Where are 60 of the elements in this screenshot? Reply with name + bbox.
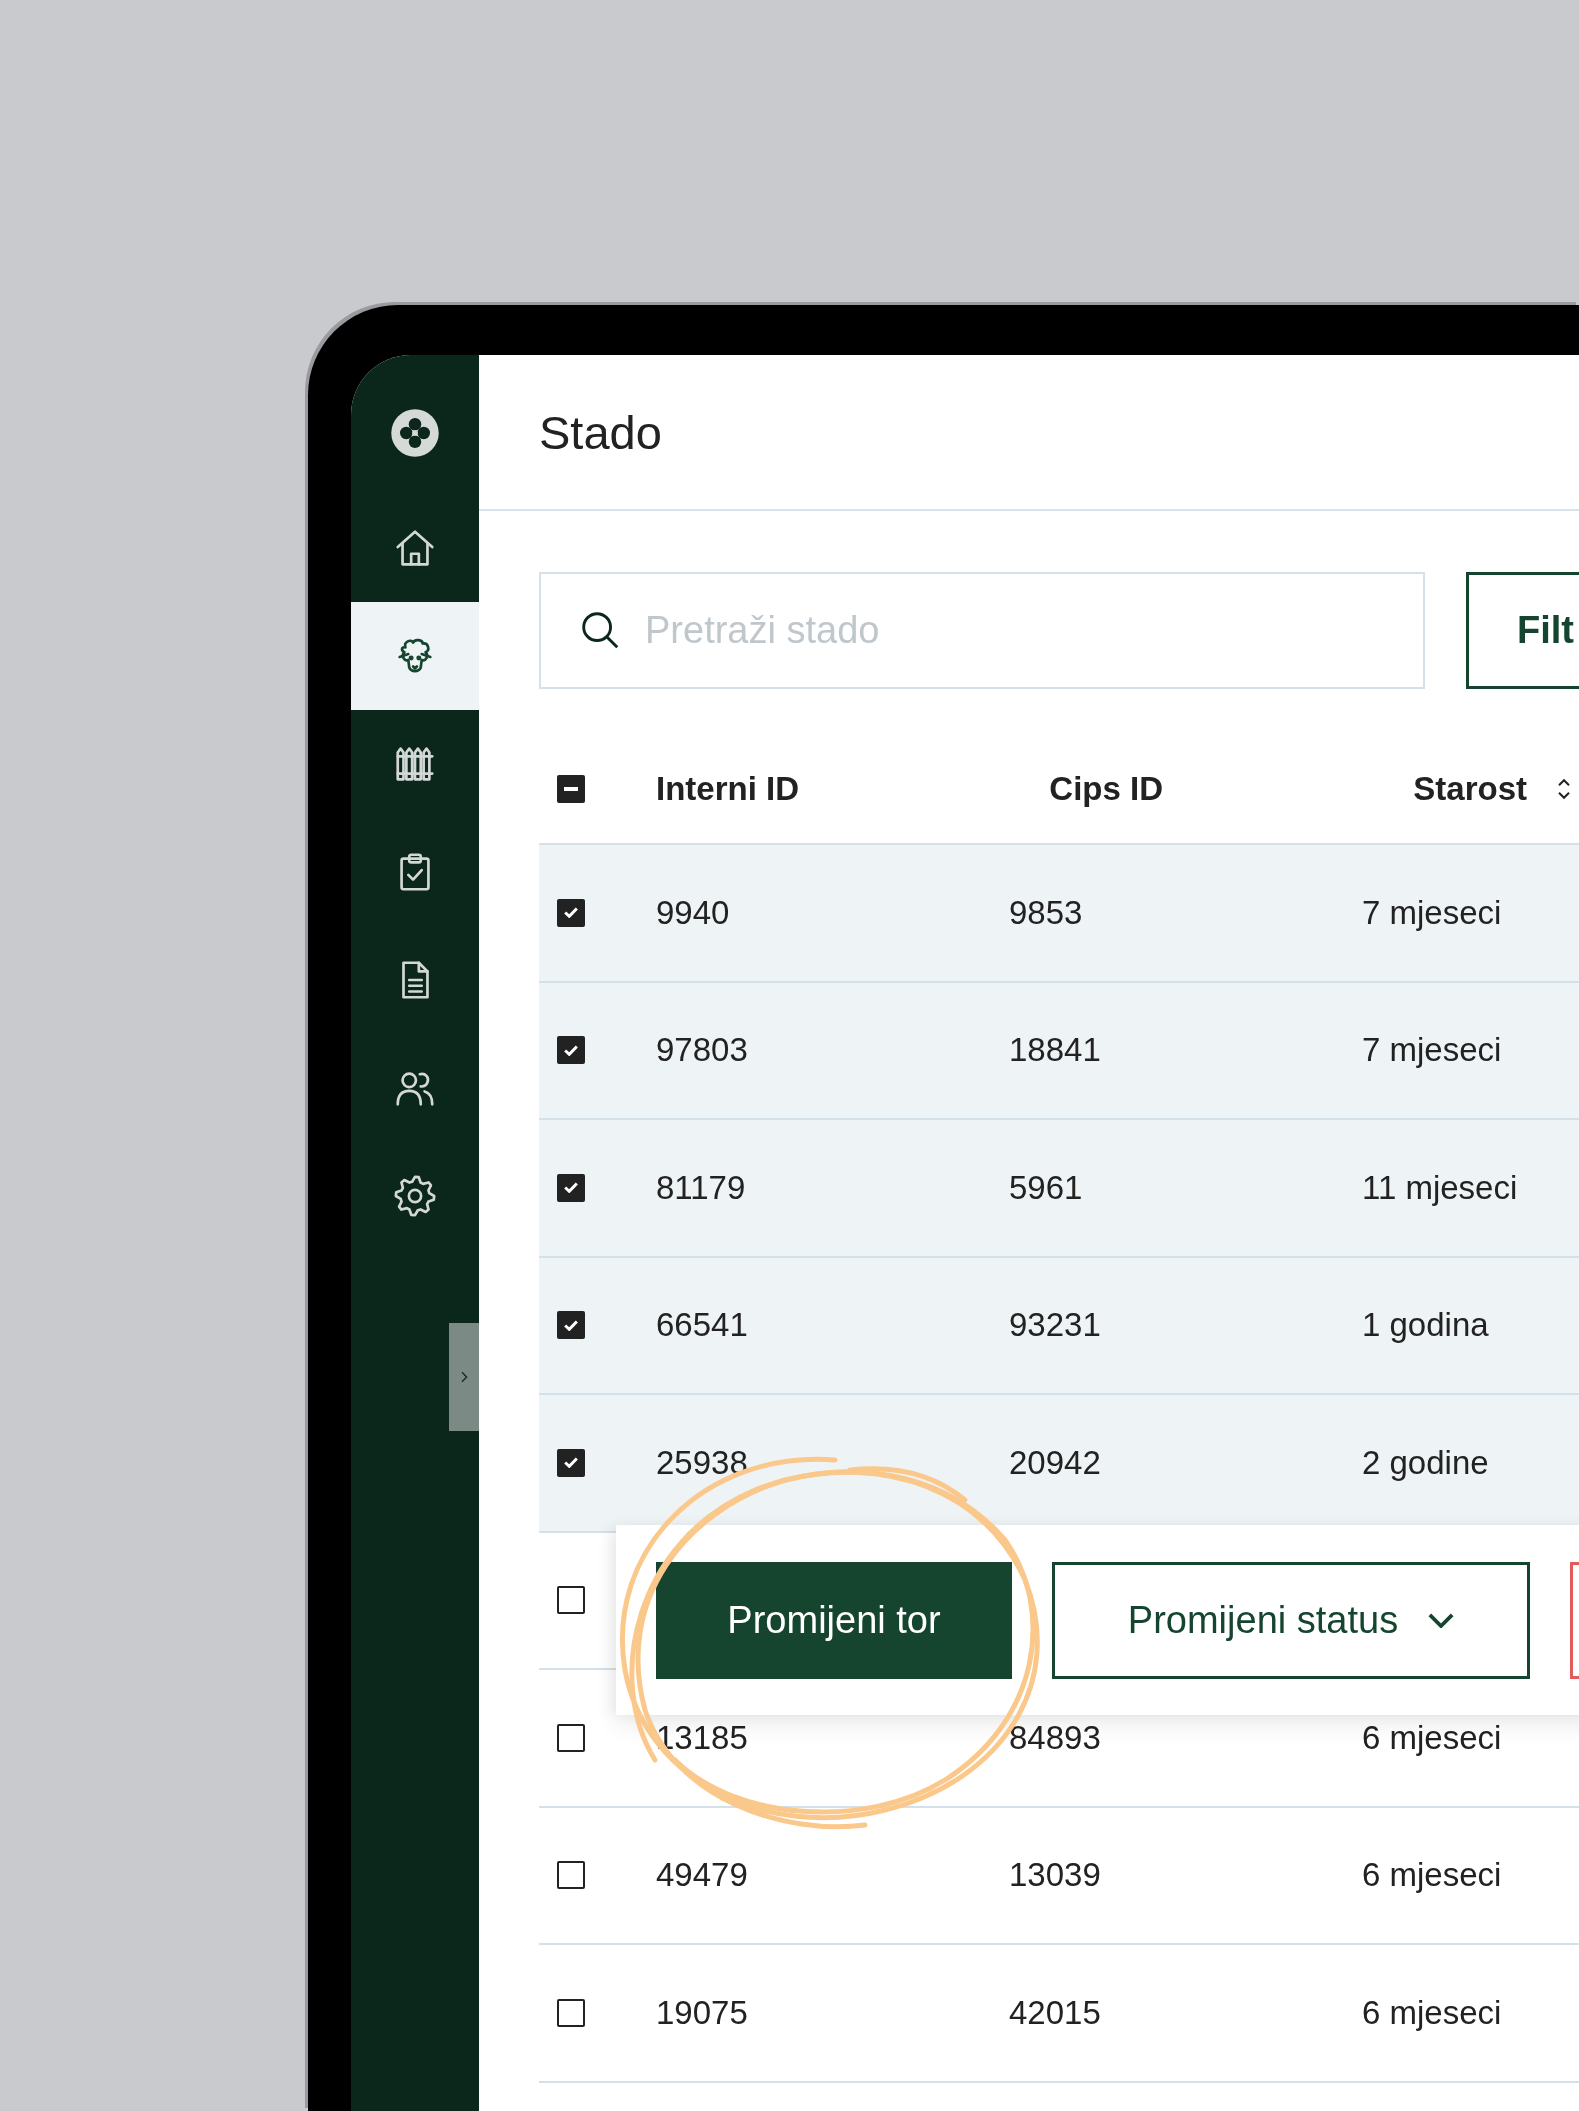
checkbox[interactable] bbox=[557, 1036, 585, 1065]
table-cell: 6 mjeseci bbox=[1362, 1993, 1502, 2032]
table-row[interactable]: 49479 13039 6 mjeseci bbox=[539, 1807, 1579, 1945]
page-title: Stado bbox=[539, 404, 662, 460]
checkmark-icon bbox=[564, 1182, 578, 1194]
checkmark-icon bbox=[564, 907, 578, 919]
checkmark-icon bbox=[564, 1319, 578, 1331]
logo-icon bbox=[390, 408, 440, 458]
minus-icon bbox=[564, 787, 578, 791]
table-row[interactable]: 66541 93231 1 godina bbox=[539, 1257, 1579, 1395]
nav-item[interactable] bbox=[351, 602, 479, 710]
table-cell: 6 mjeseci bbox=[1362, 1718, 1502, 1757]
checkmark-icon bbox=[564, 1044, 578, 1056]
table-cell: 13039 bbox=[1009, 1856, 1101, 1895]
table-cell: 20942 bbox=[1009, 1443, 1101, 1482]
column-header[interactable]: Starost bbox=[1413, 770, 1579, 808]
caret-icon bbox=[1428, 1612, 1455, 1628]
column-header[interactable]: Interni ID bbox=[656, 770, 799, 808]
settings-icon bbox=[392, 1173, 438, 1219]
table-cell: 6 mjeseci bbox=[1362, 1856, 1502, 1895]
table-cell: 18841 bbox=[1009, 1031, 1101, 1070]
table-cell: 49479 bbox=[656, 1856, 748, 1895]
table-cell: 66541 bbox=[656, 1306, 748, 1345]
checkbox[interactable] bbox=[557, 1861, 585, 1890]
checkbox[interactable] bbox=[557, 1311, 585, 1340]
table-cell: 9853 bbox=[1009, 893, 1083, 932]
table-cell: 1 godina bbox=[1362, 1306, 1489, 1345]
table-cell: 97803 bbox=[656, 1031, 748, 1070]
table-cell: 7 mjeseci bbox=[1362, 1031, 1502, 1070]
table-cell: 84893 bbox=[1009, 1718, 1101, 1757]
table-cell: 19075 bbox=[656, 1993, 748, 2032]
table-row[interactable]: 19075 42015 6 mjeseci bbox=[539, 1945, 1579, 2083]
table-row[interactable]: 97803 18841 7 mjeseci bbox=[539, 982, 1579, 1120]
table-cell: 13185 bbox=[656, 1718, 748, 1757]
column-header[interactable]: Cips ID bbox=[1049, 770, 1163, 808]
checkbox[interactable] bbox=[557, 775, 585, 803]
table-cell: 7 mjeseci bbox=[1362, 893, 1502, 932]
search-field[interactable]: Pretraži stado bbox=[539, 572, 1425, 689]
table-cell: 9940 bbox=[656, 893, 730, 932]
action-button[interactable]: Promijeni tor bbox=[656, 1561, 1012, 1679]
checkmark-icon bbox=[564, 1457, 578, 1469]
table-row[interactable]: 25938 20942 2 godine bbox=[539, 1395, 1579, 1533]
table-cell: 5961 bbox=[1009, 1168, 1083, 1207]
table-cell: 42015 bbox=[1009, 1993, 1101, 2032]
checkbox[interactable] bbox=[557, 1448, 585, 1477]
table-cell: 2 godine bbox=[1362, 1443, 1489, 1482]
checkbox[interactable] bbox=[557, 1723, 585, 1752]
checkbox[interactable] bbox=[557, 1998, 585, 2027]
table-cell: 11 mjeseci bbox=[1362, 1168, 1518, 1207]
table-cell: 93231 bbox=[1009, 1306, 1101, 1345]
table-cell: 25938 bbox=[656, 1443, 748, 1482]
filter-button[interactable]: Filt bbox=[1466, 572, 1579, 689]
table-row[interactable]: 9940 9853 7 mjeseci bbox=[539, 845, 1579, 983]
checkbox[interactable] bbox=[557, 1586, 585, 1615]
collapse-toggle[interactable] bbox=[449, 1323, 479, 1431]
checkbox[interactable] bbox=[557, 898, 585, 927]
table-cell: 81179 bbox=[656, 1168, 746, 1207]
action-button[interactable]: Promijeni status bbox=[1052, 1561, 1530, 1679]
table-row[interactable]: 81179 5961 11 mjeseci bbox=[539, 1120, 1579, 1258]
checkbox[interactable] bbox=[557, 1173, 585, 1202]
